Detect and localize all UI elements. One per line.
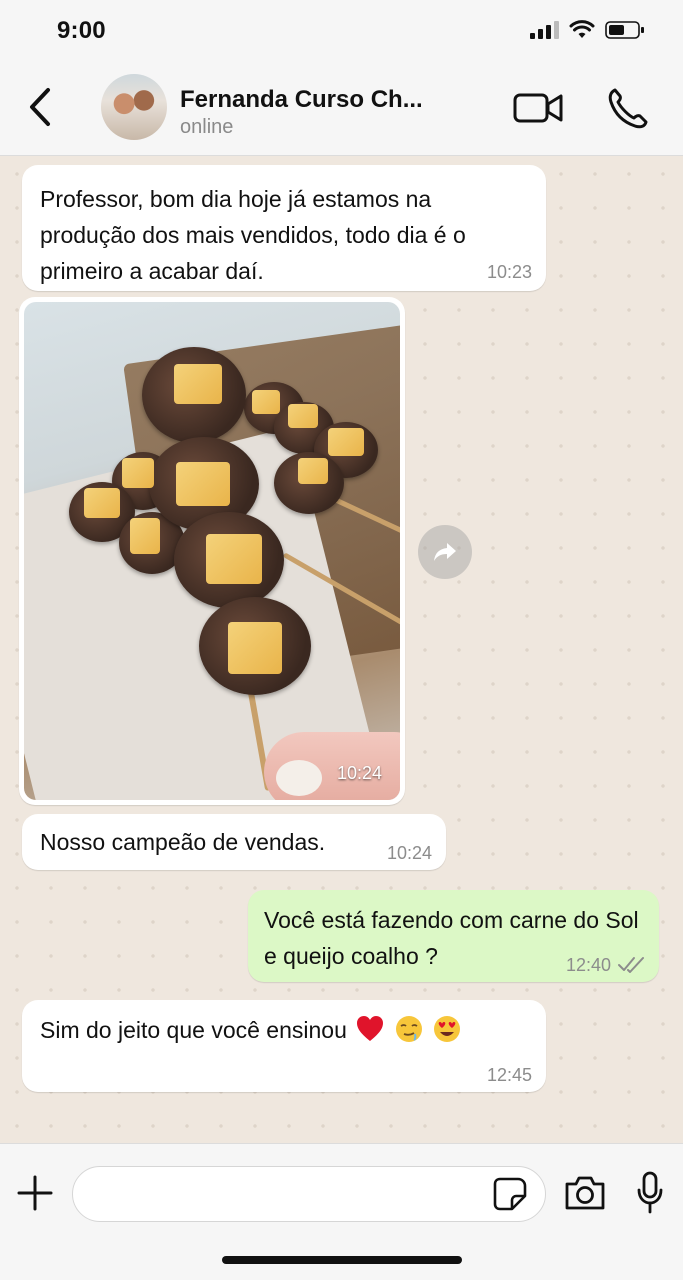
message-time: 12:45: [486, 1065, 532, 1085]
image-message[interactable]: 10:24: [19, 297, 405, 805]
forward-arrow-icon: [434, 543, 456, 561]
camera-icon[interactable]: [563, 1174, 607, 1212]
message-incoming[interactable]: Professor, bom dia hoje já estamos na pr…: [22, 165, 546, 291]
message-incoming[interactable]: Nosso campeão de vendas. 10:24: [22, 814, 446, 870]
chat-header: Fernanda Curso Ch... online: [0, 64, 683, 156]
wifi-icon: [569, 20, 595, 38]
cheese-cube: [298, 458, 328, 484]
contact-avatar[interactable]: [101, 74, 167, 140]
red-heart-icon: [357, 1016, 384, 1041]
input-bar: [0, 1143, 683, 1280]
battery-icon: [605, 21, 644, 39]
cheese-cube: [206, 534, 262, 584]
message-incoming[interactable]: Sim do jeito que você ensinou 12:45: [22, 1000, 546, 1092]
cheese-cube: [174, 364, 222, 404]
status-bar: 9:00: [0, 0, 683, 64]
cheese-cube: [228, 622, 282, 674]
message-outgoing[interactable]: Você está fazendo com carne do Sol e que…: [248, 890, 659, 982]
fingernail: [276, 760, 322, 796]
message-text: Sim do jeito que você ensinou: [40, 1017, 347, 1043]
cheese-cube: [288, 404, 318, 428]
skewers-photo[interactable]: 10:24: [24, 302, 400, 800]
plus-icon[interactable]: [16, 1174, 54, 1212]
read-receipt-icon: [618, 957, 644, 973]
contact-status: online: [180, 116, 234, 138]
relieved-face-icon: [395, 1016, 422, 1042]
contact-name[interactable]: Fernanda Curso Ch...: [180, 86, 423, 114]
chat-area[interactable]: Professor, bom dia hoje já estamos na pr…: [0, 157, 683, 1143]
cheese-cube: [328, 428, 364, 456]
message-input[interactable]: [72, 1166, 546, 1222]
heart-eyes-icon: [434, 1016, 461, 1042]
back-chevron-icon[interactable]: [22, 84, 58, 130]
cellular-signal-icon: [530, 21, 559, 39]
video-call-icon[interactable]: [512, 88, 564, 128]
sticker-icon[interactable]: [492, 1176, 528, 1212]
cheese-cube: [84, 488, 120, 518]
image-time: 10:24: [336, 763, 382, 783]
message-time: 12:40: [565, 955, 611, 975]
forward-button[interactable]: [418, 525, 472, 579]
message-text: Nosso campeão de vendas.: [40, 829, 326, 855]
message-text: Professor, bom dia hoje já estamos na pr…: [40, 186, 466, 284]
cheese-cube: [176, 462, 230, 506]
status-time: 9:00: [57, 17, 106, 44]
cheese-cube: [252, 390, 280, 414]
phone-call-icon[interactable]: [605, 86, 649, 130]
message-time: 10:23: [486, 262, 532, 282]
message-time: 10:24: [386, 843, 432, 863]
cheese-cube: [122, 458, 154, 488]
status-icons: [530, 20, 645, 40]
cheese-cube: [130, 518, 160, 554]
microphone-icon[interactable]: [635, 1170, 665, 1216]
home-indicator: [222, 1256, 462, 1264]
